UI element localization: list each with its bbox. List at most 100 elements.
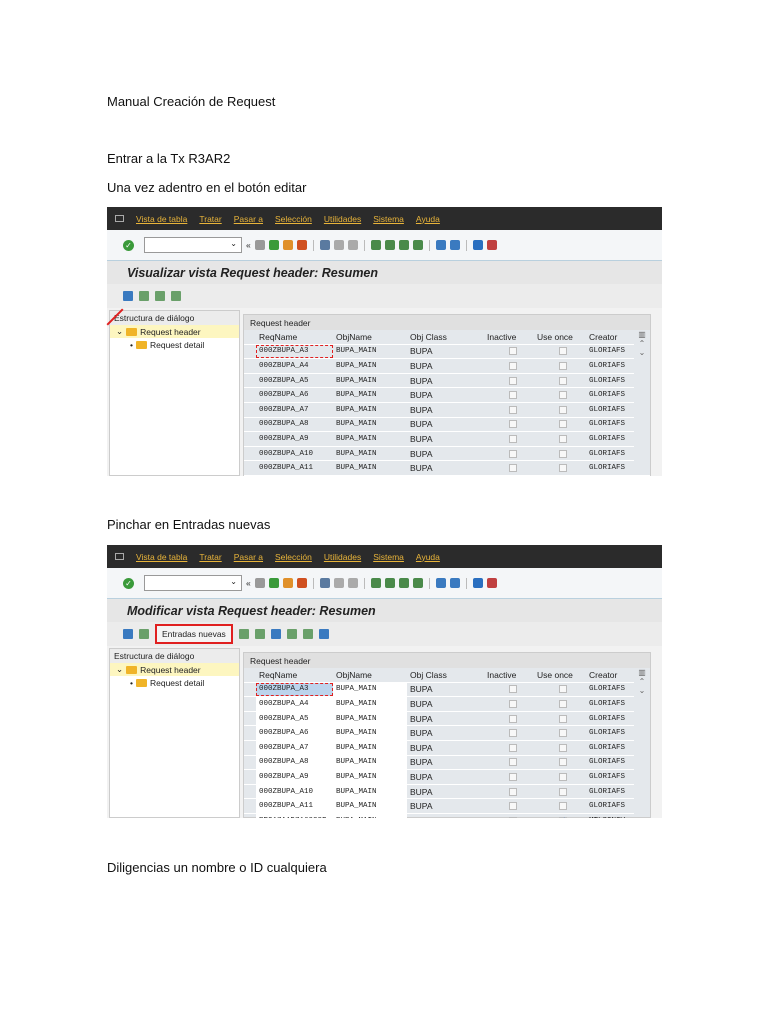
checkbox[interactable] xyxy=(509,434,517,443)
row-selector[interactable] xyxy=(244,345,256,359)
reqname-cell[interactable]: 000ZBUPA_A8 xyxy=(256,755,333,770)
checkbox[interactable]: ✓ xyxy=(559,816,567,818)
checkbox[interactable] xyxy=(509,758,517,767)
table-row[interactable]: 000ZBUPA_A9 BUPA_MAIN BUPA GLORIAFS xyxy=(244,432,650,447)
toolbar-icon[interactable] xyxy=(319,240,330,250)
menu-icon[interactable] xyxy=(115,553,124,560)
menu-item-selección[interactable]: Selección xyxy=(275,552,312,562)
scroll-down-icon[interactable]: ⌄ xyxy=(634,348,650,357)
row-selector[interactable] xyxy=(244,432,256,446)
menu-icon[interactable] xyxy=(115,215,124,222)
toolbar-action-icon[interactable] xyxy=(270,629,281,639)
checkbox[interactable] xyxy=(559,449,567,458)
objname-cell[interactable]: BUPA_MAIN xyxy=(333,697,407,711)
row-selector[interactable] xyxy=(244,359,256,373)
row-selector[interactable] xyxy=(244,741,256,755)
toolbar-icon[interactable] xyxy=(370,578,381,588)
enter-check-icon[interactable]: ✓ xyxy=(123,577,134,589)
row-selector[interactable] xyxy=(244,374,256,388)
menu-item-pasar-a[interactable]: Pasar a xyxy=(234,552,263,562)
column-header[interactable]: ReqName xyxy=(256,330,333,344)
table-row[interactable]: 000ZBUPA_A3 BUPA_MAIN BUPA GLORIAFS xyxy=(244,344,650,360)
details-icon[interactable] xyxy=(139,629,149,639)
reqname-cell[interactable]: 000ZBUPA_A4 xyxy=(256,697,333,711)
toolbar-icon[interactable] xyxy=(333,578,344,588)
checkbox[interactable] xyxy=(559,405,567,414)
table-row[interactable]: 000ZBUPA_A4 BUPA_MAIN BUPA GLORIAFS xyxy=(244,697,650,712)
row-selector[interactable] xyxy=(244,785,256,799)
checkbox[interactable] xyxy=(509,685,517,694)
objname-cell[interactable]: BUPA_MAIN xyxy=(333,740,407,755)
row-selector[interactable] xyxy=(244,799,256,813)
menu-item-utilidades[interactable]: Utilidades xyxy=(324,552,361,562)
toolbar-action-icon[interactable] xyxy=(254,629,265,639)
toolbar-icon[interactable] xyxy=(268,578,279,588)
table-row[interactable]: 000ZBUPA_A6 BUPA_MAIN BUPA GLORIAFS xyxy=(244,388,650,403)
reqname-cell[interactable]: 000ZBUPA_A5 xyxy=(256,711,333,726)
toolbar-action-icon[interactable] xyxy=(302,629,313,639)
menu-item-pasar-a[interactable]: Pasar a xyxy=(234,214,263,224)
row-selector[interactable] xyxy=(244,388,256,402)
toolbar-icon[interactable] xyxy=(472,240,483,250)
checkbox[interactable] xyxy=(509,361,517,370)
checkbox[interactable] xyxy=(559,347,567,356)
toolbar-icon[interactable] xyxy=(398,240,409,250)
objname-cell[interactable]: BUPA_MAIN xyxy=(333,682,407,697)
toolbar-icon[interactable] xyxy=(296,578,307,588)
toolbar-icon[interactable] xyxy=(449,578,460,588)
row-selector[interactable] xyxy=(244,726,256,740)
checkbox[interactable] xyxy=(509,376,517,385)
menu-item-ayuda[interactable]: Ayuda xyxy=(416,552,440,562)
toolbar-icon[interactable] xyxy=(347,240,358,250)
objname-cell[interactable]: BUPA_MAIN xyxy=(333,799,407,813)
reqname-cell[interactable]: REC17A1D716023F xyxy=(256,813,333,818)
objname-cell[interactable]: BUPA_MAIN xyxy=(333,711,407,726)
objname-cell[interactable]: BUPA_MAIN xyxy=(333,755,407,770)
column-settings-icon[interactable]: ▥ xyxy=(634,330,650,339)
toolbar-icon[interactable] xyxy=(319,578,330,588)
menu-item-tratar[interactable]: Tratar xyxy=(199,552,221,562)
vertical-scrollbar[interactable]: ▥ ⌃ ⌄ xyxy=(634,668,650,817)
tree-node[interactable]: ⌄ Request header xyxy=(110,325,239,338)
column-header[interactable]: Creator xyxy=(586,668,633,682)
checkbox[interactable] xyxy=(559,391,567,400)
toolbar-action-icon[interactable] xyxy=(155,291,165,301)
checkbox[interactable] xyxy=(559,802,567,811)
table-row[interactable]: 000ZBUPA_A8 BUPA_MAIN BUPA GLORIAFS xyxy=(244,418,650,433)
reqname-cell[interactable]: 000ZBUPA_A7 xyxy=(256,740,333,755)
menu-item-vista-de-tabla[interactable]: Vista de tabla xyxy=(136,552,187,562)
row-selector[interactable] xyxy=(244,447,256,461)
checkbox[interactable] xyxy=(559,743,567,752)
table-row[interactable]: REC17A1D716023FBUPA_MAINBUPA ✓ MTLSONGV xyxy=(244,813,650,818)
chevron-down-icon[interactable]: ⌄ xyxy=(230,577,237,586)
checkbox[interactable] xyxy=(559,420,567,429)
details-icon[interactable] xyxy=(139,291,149,301)
checkbox[interactable] xyxy=(509,347,517,356)
toolbar-icon[interactable] xyxy=(282,578,293,588)
enter-check-icon[interactable]: ✓ xyxy=(123,239,134,251)
checkbox[interactable] xyxy=(559,464,567,473)
table-row[interactable]: 000ZBUPA_A6 BUPA_MAIN BUPA GLORIAFS xyxy=(244,726,650,741)
tree-node[interactable]: • Request detail xyxy=(110,338,239,351)
table-row[interactable]: 000ZBUPA_A5 BUPA_MAIN BUPA GLORIAFS xyxy=(244,711,650,727)
checkbox[interactable] xyxy=(509,772,517,781)
toolbar-action-icon[interactable] xyxy=(286,629,297,639)
menu-item-ayuda[interactable]: Ayuda xyxy=(416,214,440,224)
column-header[interactable]: ObjName xyxy=(333,330,407,344)
column-settings-icon[interactable]: ▥ xyxy=(634,668,650,677)
column-header[interactable]: Creator xyxy=(586,330,633,344)
toolbar-icon[interactable] xyxy=(472,578,483,588)
table-row[interactable]: 000ZBUPA_A3 BUPA_MAIN BUPA GLORIAFS xyxy=(244,682,650,698)
toolbar-action-icon[interactable] xyxy=(171,291,181,301)
row-selector[interactable] xyxy=(244,403,256,417)
checkbox[interactable] xyxy=(509,714,517,723)
row-selector[interactable] xyxy=(244,756,256,770)
row-selector[interactable] xyxy=(244,770,256,784)
checkbox[interactable] xyxy=(509,729,517,738)
toolbar-icon[interactable] xyxy=(296,240,307,250)
scroll-down-icon[interactable]: ⌄ xyxy=(634,686,650,695)
checkbox[interactable] xyxy=(509,699,517,708)
tree-node[interactable]: • Request detail xyxy=(110,676,239,689)
table-row[interactable]: 000ZBUPA_A5 BUPA_MAIN BUPA GLORIAFS xyxy=(244,374,650,389)
checkbox[interactable] xyxy=(559,787,567,796)
